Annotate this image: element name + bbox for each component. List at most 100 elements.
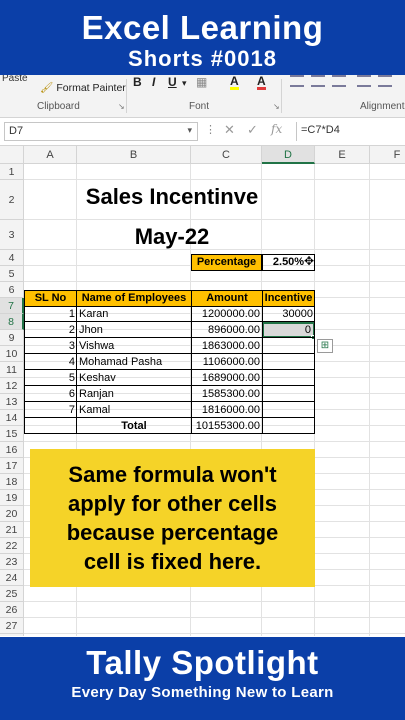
row-header-5[interactable]: 5 bbox=[0, 266, 24, 282]
amount-cell[interactable]: 1200000.00 bbox=[191, 306, 262, 322]
row-header-7[interactable]: 7 bbox=[0, 298, 24, 314]
decrease-indent-icon[interactable] bbox=[357, 75, 371, 87]
column-header-d[interactable]: D bbox=[262, 146, 315, 164]
clipboard-launcher-icon[interactable]: ↘ bbox=[118, 102, 125, 111]
italic-button[interactable]: I bbox=[152, 75, 155, 89]
incentive-cell[interactable] bbox=[262, 370, 315, 386]
row-header-19[interactable]: 19 bbox=[0, 490, 24, 506]
employee-name-cell[interactable]: Keshav bbox=[77, 370, 191, 386]
row-header-9[interactable]: 9 bbox=[0, 330, 24, 346]
incentive-cell[interactable] bbox=[262, 338, 315, 354]
more-options-icon[interactable]: ⋮ bbox=[205, 123, 216, 136]
paste-button[interactable]: Paste bbox=[2, 75, 28, 84]
row-header-20[interactable]: 20 bbox=[0, 506, 24, 522]
row-header-17[interactable]: 17 bbox=[0, 458, 24, 474]
incentive-cell[interactable] bbox=[262, 386, 315, 402]
format-painter-button[interactable]: 🖌 Format Painter bbox=[40, 81, 126, 94]
header-employee-name[interactable]: Name of Employees bbox=[76, 290, 192, 307]
employee-name-cell[interactable]: Karan bbox=[77, 306, 191, 322]
row-header-26[interactable]: 26 bbox=[0, 602, 24, 618]
row-header-27[interactable]: 27 bbox=[0, 618, 24, 634]
insert-function-icon[interactable]: fx bbox=[271, 122, 282, 136]
incentive-cell[interactable] bbox=[262, 402, 315, 418]
row-header-3[interactable]: 3 bbox=[0, 220, 24, 250]
column-header-e[interactable]: E bbox=[315, 146, 370, 164]
row-header-16[interactable]: 16 bbox=[0, 442, 24, 458]
font-color-button[interactable]: A bbox=[257, 75, 266, 90]
row-header-24[interactable]: 24 bbox=[0, 570, 24, 586]
row-header-4[interactable]: 4 bbox=[0, 250, 24, 266]
chevron-down-icon[interactable]: ▾ bbox=[187, 125, 192, 136]
worksheet-grid[interactable]: Sales Incentinve May-22 Percentage 2.50%… bbox=[0, 146, 405, 636]
employee-name-cell[interactable]: Ranjan bbox=[77, 386, 191, 402]
row-header-10[interactable]: 10 bbox=[0, 346, 24, 362]
row-header-2[interactable]: 2 bbox=[0, 180, 24, 220]
incentive-cell[interactable]: 30000 bbox=[262, 306, 315, 322]
row-header-14[interactable]: 14 bbox=[0, 410, 24, 426]
amount-cell[interactable]: 1863000.00 bbox=[191, 338, 262, 354]
sl-no-cell[interactable]: 3 bbox=[24, 338, 77, 354]
total-label[interactable]: Total bbox=[77, 418, 191, 434]
autofill-options-icon[interactable]: ⊞ bbox=[317, 339, 333, 353]
font-launcher-icon[interactable]: ↘ bbox=[273, 102, 280, 111]
amount-cell[interactable]: 1816000.00 bbox=[191, 402, 262, 418]
increase-indent-icon[interactable] bbox=[378, 75, 392, 87]
row-header-8[interactable]: 8 bbox=[0, 314, 24, 330]
sl-no-cell[interactable]: 5 bbox=[24, 370, 77, 386]
bold-button[interactable]: B bbox=[133, 75, 142, 89]
align-right-icon[interactable] bbox=[332, 75, 346, 87]
employee-name-cell[interactable]: Vishwa bbox=[77, 338, 191, 354]
sheet-title: Sales Incentinve bbox=[85, 184, 259, 209]
amount-cell[interactable]: 1689000.00 bbox=[191, 370, 262, 386]
row-header-1[interactable]: 1 bbox=[0, 164, 24, 180]
align-center-icon[interactable] bbox=[311, 75, 325, 87]
table-border bbox=[24, 433, 315, 434]
employee-name-cell[interactable]: Kamal bbox=[77, 402, 191, 418]
row-header-23[interactable]: 23 bbox=[0, 554, 24, 570]
amount-cell[interactable]: 896000.00 bbox=[191, 322, 262, 338]
row-header-15[interactable]: 15 bbox=[0, 426, 24, 442]
header-amount[interactable]: Amount bbox=[191, 290, 263, 307]
formula-input[interactable]: =C7*D4 bbox=[296, 122, 401, 141]
column-header-c[interactable]: C bbox=[191, 146, 262, 164]
row-header-22[interactable]: 22 bbox=[0, 538, 24, 554]
employee-name-cell[interactable]: Mohamad Pasha bbox=[77, 354, 191, 370]
employee-name-cell[interactable]: Jhon bbox=[77, 322, 191, 338]
row-header-25[interactable]: 25 bbox=[0, 586, 24, 602]
cancel-icon[interactable]: ✕ bbox=[224, 122, 235, 138]
name-box[interactable]: D7 ▾ bbox=[4, 122, 198, 141]
row-header-12[interactable]: 12 bbox=[0, 378, 24, 394]
underline-button[interactable]: U bbox=[168, 75, 177, 89]
select-all-corner[interactable] bbox=[0, 146, 24, 164]
sl-no-cell[interactable]: 2 bbox=[24, 322, 77, 338]
total-amount[interactable]: 10155300.00 bbox=[192, 418, 262, 434]
column-header-f[interactable]: F bbox=[370, 146, 405, 164]
info-callout: Same formula won't apply for other cells… bbox=[30, 449, 315, 587]
amount-cell[interactable]: 1106000.00 bbox=[191, 354, 262, 370]
percentage-label[interactable]: Percentage bbox=[191, 254, 262, 271]
align-left-icon[interactable] bbox=[290, 75, 304, 87]
format-painter-label: Format Painter bbox=[56, 82, 126, 94]
row-header-18[interactable]: 18 bbox=[0, 474, 24, 490]
incentive-cell-selected[interactable]: 0 bbox=[262, 322, 315, 338]
enter-icon[interactable]: ✓ bbox=[247, 122, 258, 138]
fill-color-button[interactable]: A bbox=[230, 75, 239, 90]
header-sl-no[interactable]: SL No bbox=[24, 290, 77, 307]
sl-no-cell[interactable]: 7 bbox=[24, 402, 77, 418]
row-header-11[interactable]: 11 bbox=[0, 362, 24, 378]
column-header-a[interactable]: A bbox=[24, 146, 77, 164]
row-header-21[interactable]: 21 bbox=[0, 522, 24, 538]
header-incentive[interactable]: Incentive bbox=[262, 290, 315, 307]
row-header-13[interactable]: 13 bbox=[0, 394, 24, 410]
incentive-cell[interactable] bbox=[262, 354, 315, 370]
underline-dropdown-icon[interactable]: ▾ bbox=[182, 78, 187, 89]
row-header-28[interactable]: 28 bbox=[0, 634, 24, 636]
borders-button[interactable]: ▦ bbox=[196, 75, 207, 89]
row-header-6[interactable]: 6 bbox=[0, 282, 24, 298]
sl-no-cell[interactable]: 6 bbox=[24, 386, 77, 402]
table-border bbox=[24, 417, 315, 418]
sl-no-cell[interactable]: 1 bbox=[24, 306, 77, 322]
sl-no-cell[interactable]: 4 bbox=[24, 354, 77, 370]
column-header-b[interactable]: B bbox=[77, 146, 191, 164]
amount-cell[interactable]: 1585300.00 bbox=[191, 386, 262, 402]
